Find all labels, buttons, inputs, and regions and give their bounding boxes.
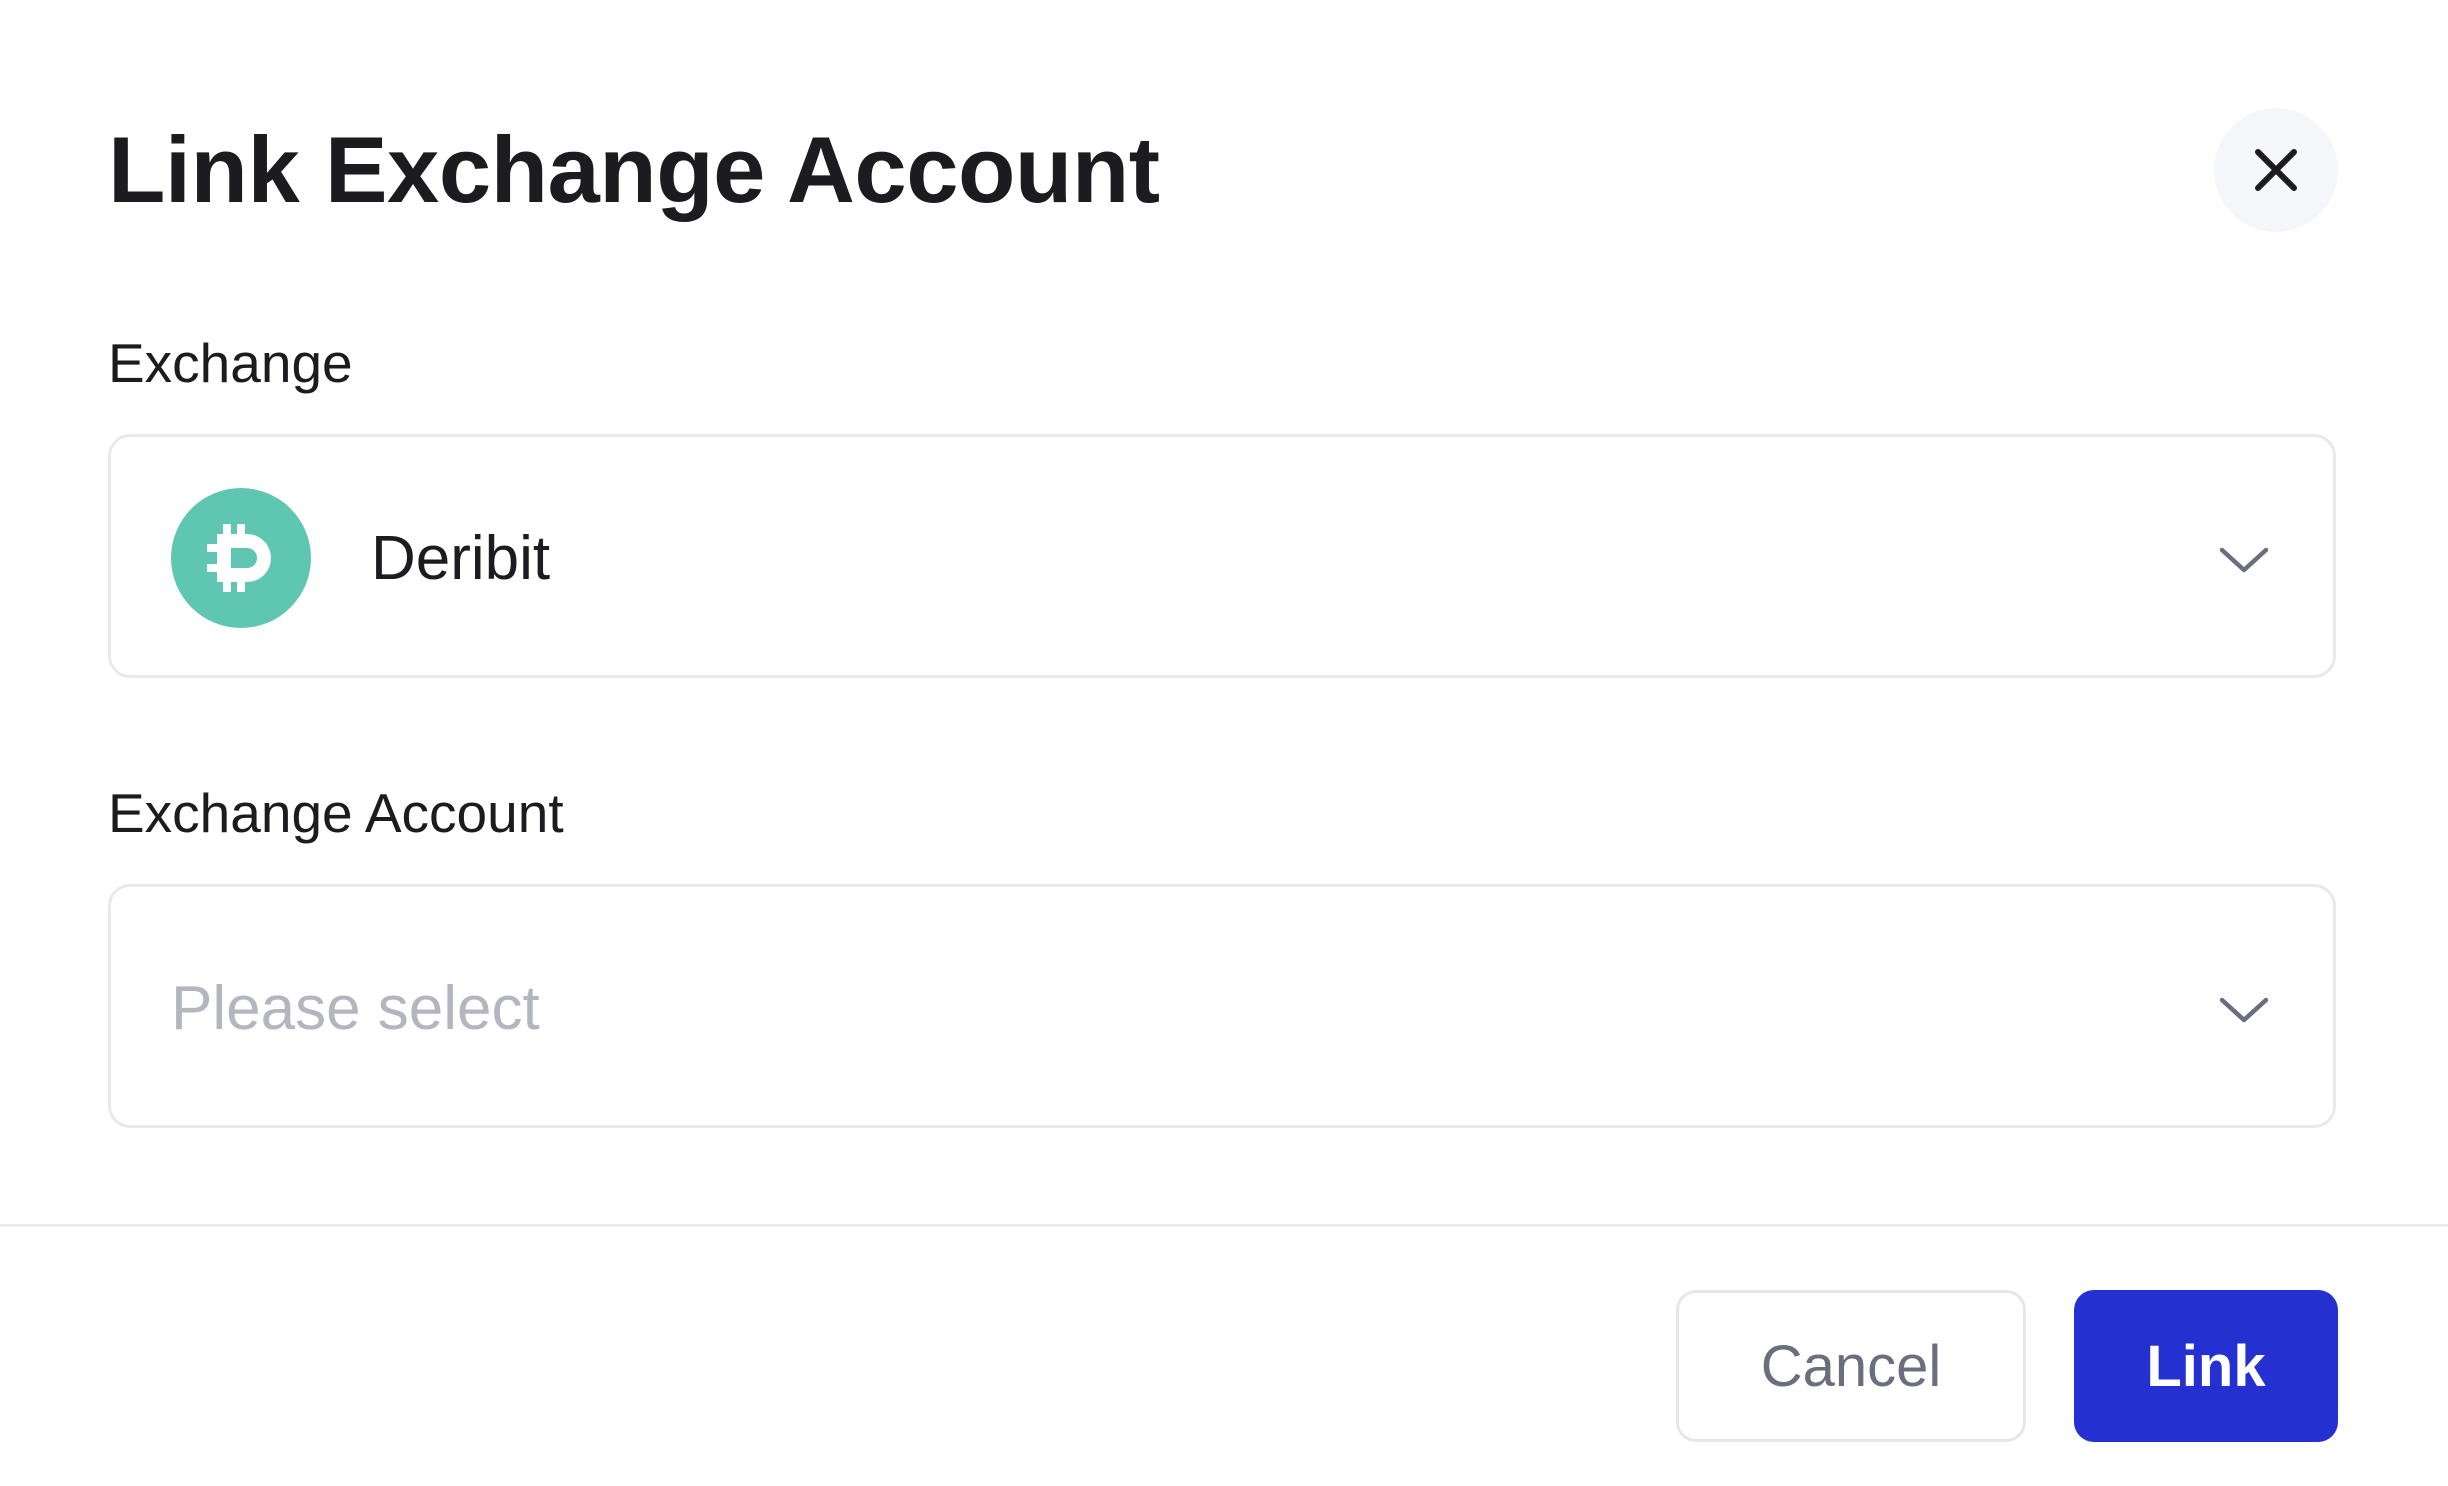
exchange-select[interactable]: Deribit [108, 434, 2336, 678]
deribit-logo-icon [171, 488, 311, 628]
link-button[interactable]: Link [2074, 1290, 2338, 1442]
exchange-label: Exchange [108, 332, 353, 394]
cancel-button[interactable]: Cancel [1676, 1290, 2026, 1442]
exchange-account-label: Exchange Account [108, 782, 564, 844]
chevron-down-icon [2219, 997, 2269, 1023]
chevron-down-icon [2219, 547, 2269, 573]
dialog-title: Link Exchange Account [108, 117, 1160, 222]
footer-divider [0, 1224, 2448, 1227]
exchange-account-select[interactable]: Please select [108, 884, 2336, 1128]
close-button[interactable] [2214, 108, 2338, 232]
close-icon [2255, 149, 2297, 191]
exchange-selected-value: Deribit [371, 524, 551, 593]
exchange-account-placeholder: Please select [171, 974, 540, 1043]
link-exchange-dialog: Link Exchange Account Exchange Deribit E… [0, 0, 2448, 1486]
